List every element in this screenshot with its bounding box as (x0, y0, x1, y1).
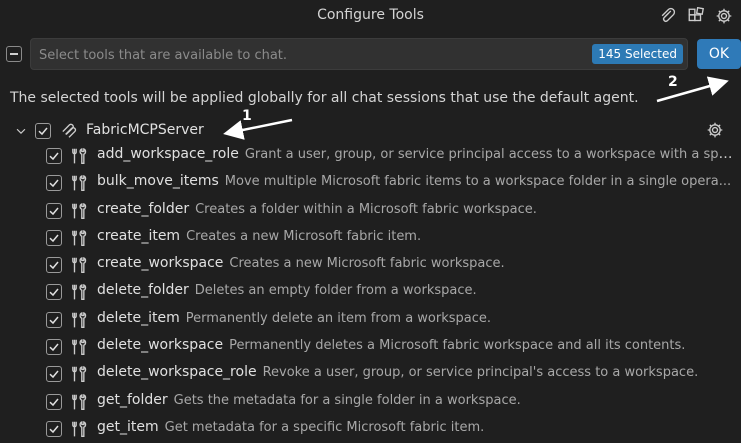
tool-row[interactable]: delete_workspace Permanently deletes a Mi… (0, 334, 741, 361)
tool-name: create_item (97, 227, 181, 244)
tool-row[interactable]: get_folder Gets the metadata for a single… (0, 389, 741, 416)
tool-description: Get metadata for a specific Microsoft fa… (164, 419, 485, 435)
search-box: 145 Selected (30, 38, 688, 70)
tool-name: delete_workspace_role (97, 364, 257, 381)
tools-icon (70, 174, 88, 192)
tool-description: Move multiple Microsoft fabric items to … (224, 174, 732, 190)
tool-name: bulk_move_items (97, 173, 219, 190)
tool-name: add_workspace_role (97, 146, 239, 162)
tools-icon (70, 311, 88, 329)
tool-description: Permanently deletes a Microsoft fabric w… (229, 338, 686, 354)
tool-description: Creates a new Microsoft fabric workspace… (229, 256, 505, 272)
tool-checkbox[interactable] (46, 366, 62, 383)
tool-name: get_folder (97, 391, 168, 408)
tools-icon (70, 256, 88, 274)
title-bar: Configure Tools (0, 0, 741, 32)
tools-icon (70, 393, 88, 411)
tool-description: Creates a new Microsoft fabric item. (186, 228, 422, 244)
tool-name: create_workspace (97, 255, 224, 272)
tool-list: add_workspace_role Grant a user, group, o… (0, 143, 741, 443)
annotation-label-1: 1 (242, 108, 252, 124)
tool-row[interactable]: create_item Creates a new Microsoft fabri… (0, 225, 741, 252)
tool-description: Revoke a user, group, or service princip… (262, 365, 699, 381)
tool-name: create_folder (97, 200, 190, 217)
tool-row[interactable]: delete_workspace_role Revoke a user, grou… (0, 361, 741, 388)
tool-description: Grant a user, group, or service principa… (244, 147, 733, 162)
tool-checkbox[interactable] (46, 284, 62, 301)
tools-icon (70, 420, 88, 438)
annotation-label-2: 2 (668, 74, 678, 90)
server-row[interactable]: FabricMCPServer (0, 120, 741, 142)
tool-description: Deletes an empty folder from a workspace… (194, 283, 477, 299)
dialog-title: Configure Tools (317, 7, 424, 23)
chevron-down-icon[interactable] (14, 123, 28, 137)
paperclip-icon[interactable] (657, 5, 679, 27)
tool-row[interactable]: create_folder Creates a folder within a M… (0, 198, 741, 225)
tool-checkbox[interactable] (46, 420, 62, 437)
tool-row[interactable]: delete_folder Deletes an empty folder fro… (0, 279, 741, 306)
search-input[interactable] (37, 44, 581, 66)
tools-icon (70, 202, 88, 220)
tool-description: Permanently delete an item from a worksp… (185, 310, 492, 326)
tool-row[interactable]: delete_item Permanently delete an item fr… (0, 307, 741, 334)
tools-icon (70, 365, 88, 383)
gear-icon[interactable] (713, 5, 735, 27)
server-name: FabricMCPServer (86, 122, 204, 138)
tool-row[interactable]: create_workspace Creates a new Microsoft … (0, 252, 741, 279)
tool-checkbox[interactable] (46, 148, 62, 164)
tool-checkbox[interactable] (46, 257, 62, 274)
tool-description: Creates a folder within a Microsoft fabr… (195, 201, 537, 217)
tool-checkbox[interactable] (46, 339, 62, 356)
tool-checkbox[interactable] (46, 311, 62, 328)
tools-icon (70, 229, 88, 247)
tool-checkbox[interactable] (46, 175, 62, 192)
title-actions (657, 5, 735, 27)
server-checkbox[interactable] (35, 123, 51, 139)
tool-checkbox[interactable] (46, 229, 62, 246)
collapse-all-button[interactable] (6, 46, 22, 62)
tool-checkbox[interactable] (46, 202, 62, 219)
tool-name: delete_folder (97, 282, 189, 299)
tool-name: delete_workspace (97, 337, 224, 354)
server-settings-gear-icon[interactable] (706, 121, 726, 141)
tool-name: get_item (97, 418, 159, 435)
tool-description: Gets the metadata for a single folder in… (173, 392, 521, 408)
tools-icon (70, 147, 88, 165)
ok-button[interactable]: OK (697, 39, 741, 69)
description-text: The selected tools will be applied globa… (10, 90, 639, 106)
tool-row[interactable]: add_workspace_role Grant a user, group, o… (0, 143, 741, 170)
mcp-server-icon (60, 122, 78, 140)
tool-row[interactable]: bulk_move_items Move multiple Microsoft f… (0, 170, 741, 197)
tools-icon (70, 283, 88, 301)
extensions-icon[interactable] (685, 5, 707, 27)
selected-count-badge: 145 Selected (592, 44, 683, 64)
tool-checkbox[interactable] (46, 393, 62, 410)
tool-name: delete_item (97, 309, 180, 326)
tools-icon (70, 338, 88, 356)
